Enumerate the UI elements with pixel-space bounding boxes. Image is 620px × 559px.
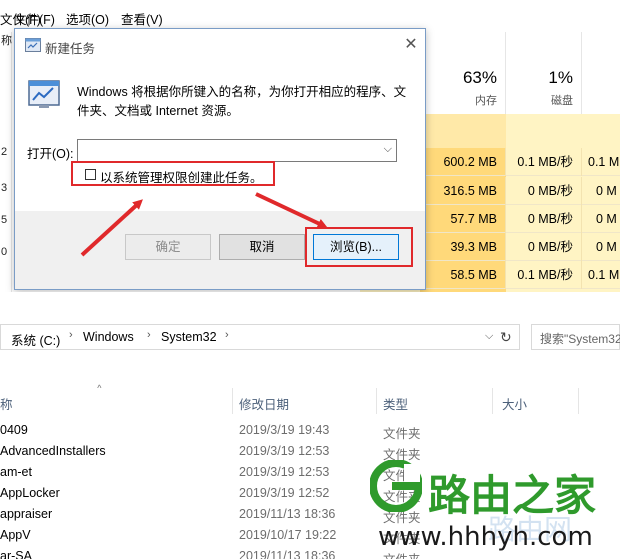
disk-label: 磁盘 [551, 95, 573, 107]
admin-checkbox-highlight: 以系统管理权限创建此任务。 [71, 161, 275, 186]
column-header-memory[interactable]: 63% 内存 [420, 32, 506, 114]
breadcrumb-system32[interactable]: System32 [161, 330, 217, 344]
run-dialog: 新建任务 ✕ Windows 将根据你所键入的名称，为你打开相应的程序、文件夹、… [14, 28, 426, 290]
run-title-icon [25, 38, 41, 52]
chevron-right-icon[interactable]: › [147, 329, 151, 341]
chevron-down-icon[interactable]: ⌵ [384, 143, 392, 156]
breadcrumb-drive[interactable]: 系统 (C:) [11, 330, 60, 349]
dialog-titlebar[interactable]: 新建任务 ✕ [15, 29, 425, 61]
menu-view[interactable]: 查看(V) [121, 9, 163, 28]
browse-button-highlight [305, 227, 413, 267]
disk-percent: 1% [548, 68, 573, 87]
watermark-url: www.hhhyh.com [378, 522, 593, 552]
chevron-right-icon[interactable]: › [225, 329, 229, 341]
menu-file[interactable]: 文件(F) [14, 9, 55, 28]
admin-checkbox-label[interactable]: 以系统管理权限创建此任务。 [100, 167, 263, 186]
column-date[interactable]: 修改日期 [239, 394, 289, 413]
address-bar[interactable]: 系统 (C:) › Windows › System32 › ⌵ [0, 324, 520, 350]
file-row[interactable]: 0409 2019/3/19 19:43 文件夹 [0, 420, 620, 441]
column-size[interactable]: 大小 [502, 394, 527, 413]
watermark-logo-icon [370, 460, 422, 512]
chevron-right-icon[interactable]: › [69, 329, 73, 341]
column-header-network[interactable] [582, 32, 620, 114]
memory-percent: 63% [462, 68, 497, 87]
search-placeholder: 搜索"System32" [540, 332, 620, 346]
column-type[interactable]: 类型 [383, 394, 408, 413]
menu-options[interactable]: 选项(O) [66, 9, 109, 28]
process-name-column-clip: 称 2 3 5 0 [0, 32, 12, 292]
refresh-icon[interactable]: ↻ [500, 329, 512, 346]
column-header-disk[interactable]: 1% 磁盘 [506, 32, 582, 114]
cancel-button[interactable]: 取消 [219, 234, 305, 260]
ok-button[interactable]: 确定 [125, 234, 211, 260]
memory-label: 内存 [475, 95, 497, 107]
file-list-header: 称 修改日期 类型 大小 [0, 388, 580, 414]
close-icon[interactable]: ✕ [401, 35, 421, 55]
chevron-down-icon[interactable]: ⌵ [485, 330, 493, 343]
admin-checkbox[interactable] [85, 169, 96, 180]
run-program-icon [28, 80, 60, 108]
breadcrumb-windows[interactable]: Windows [83, 330, 134, 344]
dialog-title: 新建任务 [45, 42, 96, 56]
file-row[interactable]: AdvancedInstallers 2019/3/19 12:53 文件夹 [0, 441, 620, 462]
open-input[interactable]: ⌵ [77, 139, 397, 162]
dialog-description: Windows 将根据你所键入的名称，为你打开相应的程序、文件夹、文档或 Int… [77, 85, 407, 118]
open-label: 打开(O): [27, 147, 74, 161]
search-input[interactable]: 搜索"System32" [531, 324, 620, 350]
column-name[interactable]: 称 [0, 394, 13, 413]
